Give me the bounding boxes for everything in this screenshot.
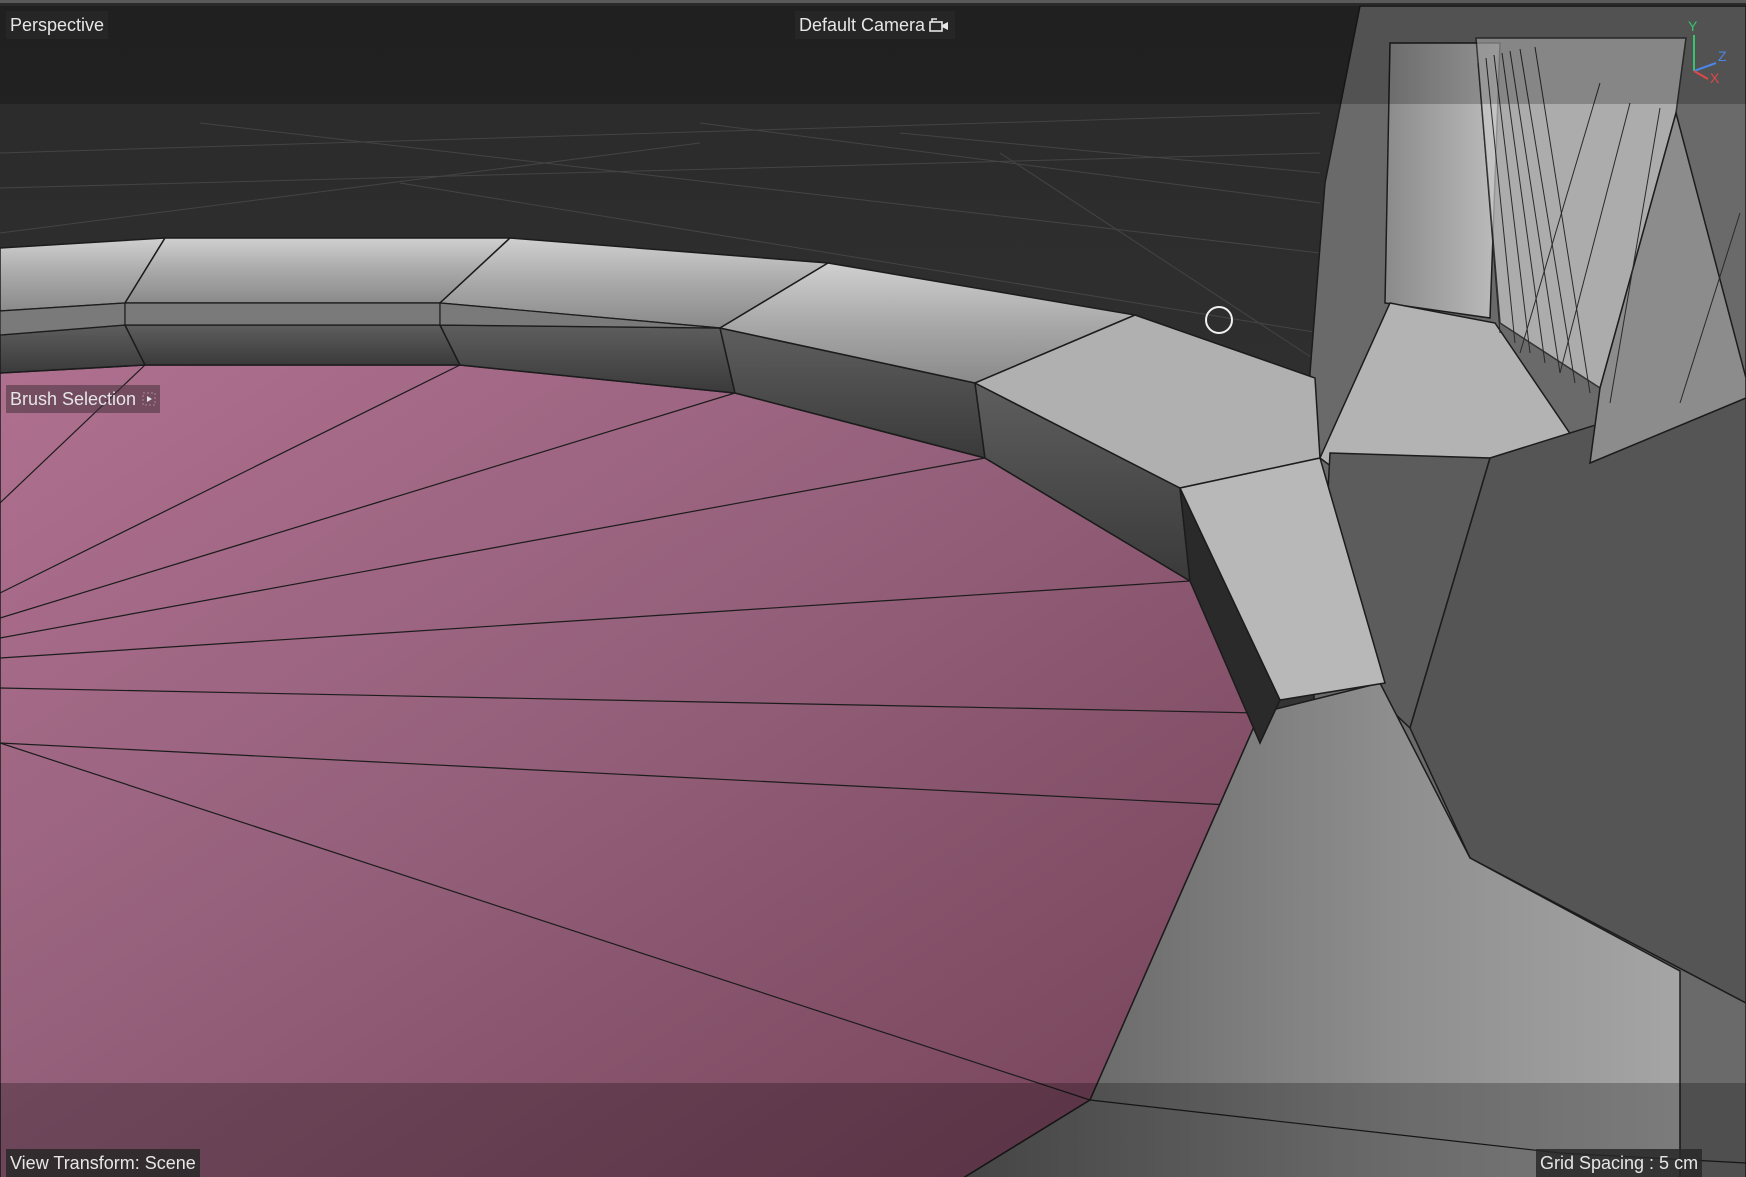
camera-label: Default Camera — [799, 15, 926, 35]
view-transform-label[interactable]: View Transform: Scene — [6, 1149, 200, 1177]
grid-spacing-label: Grid Spacing : 5 cm — [1536, 1149, 1703, 1177]
axis-y-label: Y — [1688, 18, 1698, 34]
camera-selector[interactable]: Default Camera — [795, 11, 956, 39]
view-name-label[interactable]: Perspective — [6, 11, 109, 39]
brush-cursor — [1205, 306, 1233, 334]
axis-z-label: Z — [1718, 48, 1727, 64]
axis-gizmo[interactable]: Y Z X — [1670, 13, 1740, 93]
expand-arrow-icon[interactable] — [142, 392, 156, 406]
camera-icon — [929, 18, 949, 32]
viewport[interactable]: Perspective Default Camera Brush Selecti… — [0, 0, 1746, 1177]
view-transform-text: View Transform: Scene — [10, 1153, 196, 1173]
bottom-shade — [0, 1083, 1746, 1177]
brush-selection-tool[interactable]: Brush Selection — [6, 385, 161, 413]
brush-selection-label: Brush Selection — [10, 389, 137, 409]
axis-x-label: X — [1710, 70, 1720, 86]
viewport-scene[interactable] — [0, 3, 1746, 1177]
grid-spacing-text: Grid Spacing : 5 cm — [1540, 1153, 1699, 1173]
view-name-text: Perspective — [10, 15, 105, 35]
